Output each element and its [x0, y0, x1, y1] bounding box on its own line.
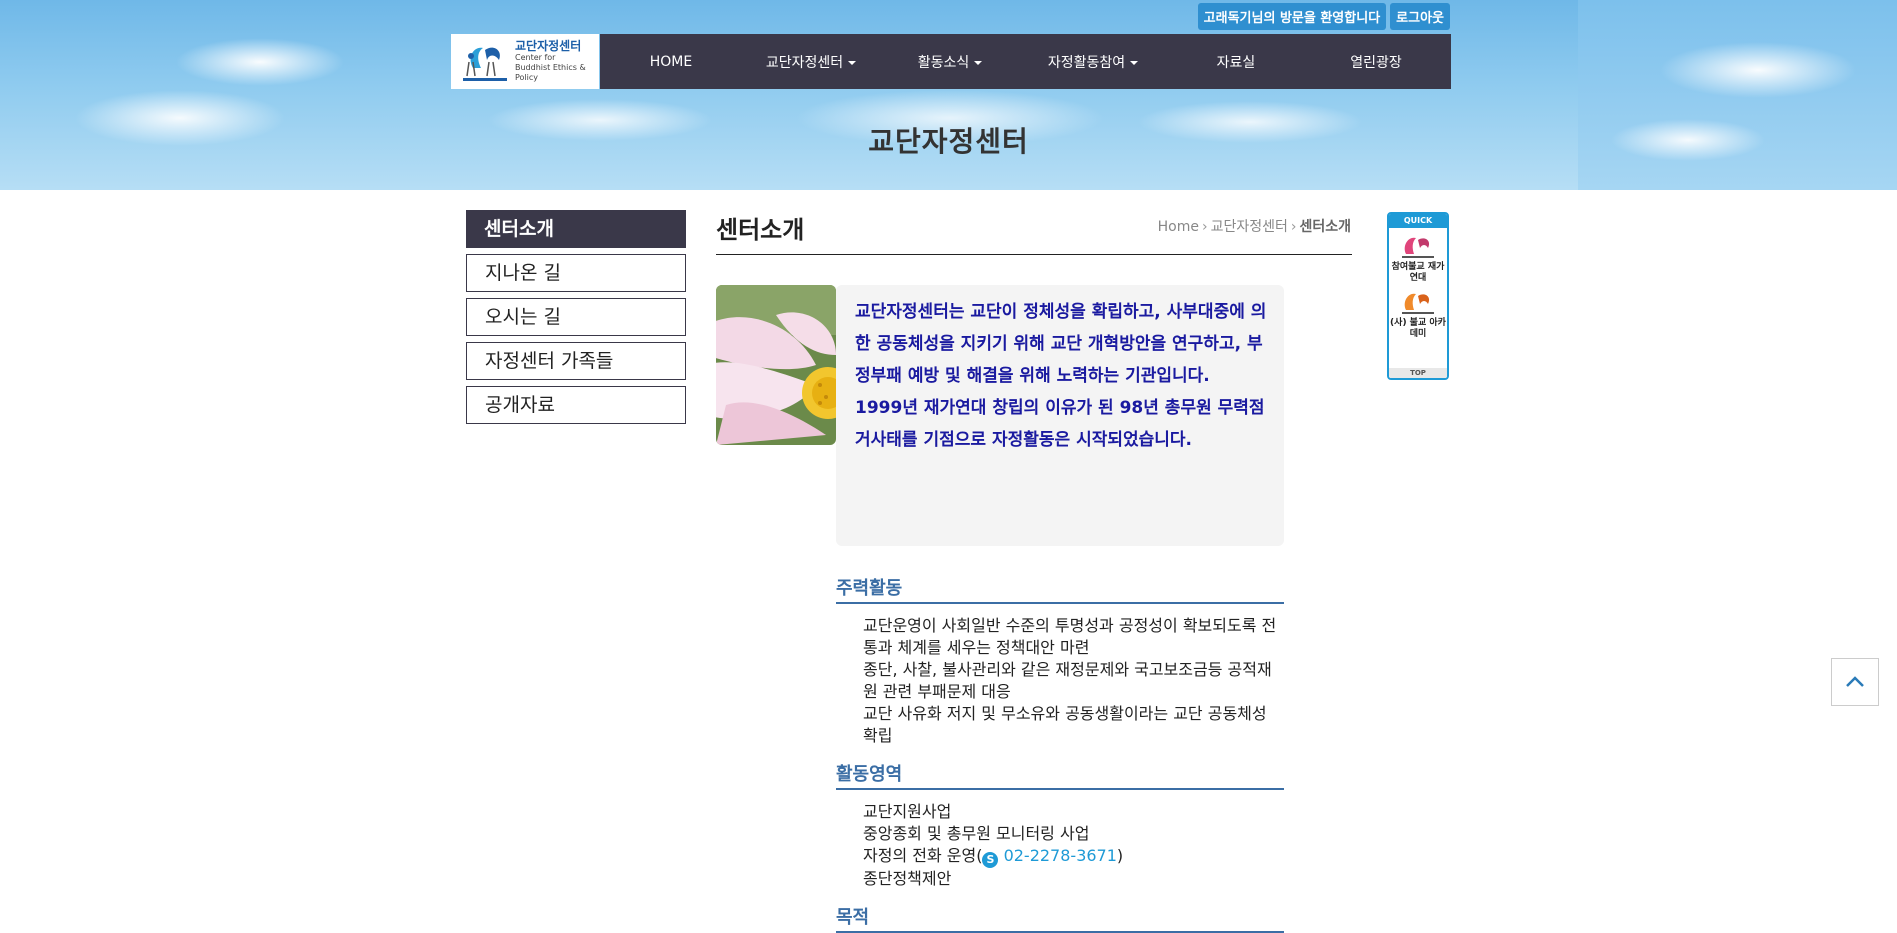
academy-logo-icon — [1398, 288, 1438, 316]
chevron-down-icon — [1130, 60, 1139, 65]
list-item: 교단지원사업 — [863, 802, 952, 821]
list-item: 자정의 전화 운영(S 02-2278-3671) — [863, 845, 1283, 868]
side-menu-item-public-data[interactable]: 공개자료 — [466, 386, 686, 424]
chevron-down-icon — [974, 60, 983, 65]
logo-mark-icon — [459, 38, 511, 86]
phone-number-link[interactable]: 02-2278-3671 — [1004, 846, 1117, 865]
main-nav: HOME 교단자정센터 활동소식 자정활동참여 자료실 열린광장 — [600, 34, 1451, 89]
areas-list: 교단지원사업 중앙종회 및 총무원 모니터링 사업 자정의 전화 운영(S 02… — [863, 801, 1283, 890]
section-heading-purpose: 목적 — [836, 903, 1284, 933]
page-title: 센터소개 — [716, 216, 805, 244]
welcome-message: 고래독기님의 방문을 환영합니다 — [1197, 3, 1387, 30]
scroll-top-button[interactable] — [1831, 658, 1879, 706]
chevron-right-icon: › — [1290, 219, 1297, 235]
nav-open-square[interactable]: 열린광장 — [1306, 52, 1446, 72]
nav-home-label: HOME — [649, 53, 693, 70]
lotus-image — [716, 285, 836, 445]
nav-news[interactable]: 활동소식 — [880, 52, 1020, 72]
side-menu: 센터소개 지나온 길 오시는 길 자정센터 가족들 공개자료 — [466, 210, 686, 424]
list-item: 교단 사유화 저지 및 무소유와 공동생활이라는 교단 공동체성 확립 — [863, 704, 1267, 745]
phone-close-paren: ) — [1116, 846, 1124, 865]
chevron-down-icon — [848, 60, 857, 65]
banner-title: 교단자정센터 — [868, 125, 1029, 158]
title-divider — [716, 254, 1352, 255]
nav-participation-label: 자정활동참여 — [1047, 54, 1126, 71]
side-menu-item-family[interactable]: 자정센터 가족들 — [466, 342, 686, 380]
nav-archive[interactable]: 자료실 — [1166, 52, 1306, 72]
quick-menu-head: QUICK — [1389, 214, 1447, 228]
nav-home[interactable]: HOME — [600, 54, 742, 70]
intro-paragraph-1: 교단자정센터는 교단이 정체성을 확립하고, 사부대중에 의한 공동체성을 지키… — [855, 302, 1267, 386]
skype-icon: S — [982, 852, 999, 868]
nav-archive-label: 자료실 — [1216, 54, 1256, 71]
nav-news-label: 활동소식 — [917, 54, 970, 71]
list-item: 교단운영이 사회일반 수준의 투명성과 공정성이 확보되도록 전통과 체계를 세… — [863, 616, 1277, 657]
breadcrumb-home[interactable]: Home — [1158, 219, 1199, 235]
breadcrumb-current: 센터소개 — [1299, 219, 1351, 235]
section-heading-areas: 활동영역 — [836, 760, 1284, 790]
nav-center-label: 교단자정센터 — [765, 54, 844, 71]
quick-link-solidarity-label: 참여불교 재가연대 — [1391, 262, 1445, 283]
phone-service-label: 자정의 전화 운영( — [863, 846, 983, 865]
section-heading-main-activities: 주력활동 — [836, 574, 1284, 604]
nav-center[interactable]: 교단자정센터 — [742, 52, 880, 72]
side-menu-head[interactable]: 센터소개 — [466, 210, 686, 248]
nav-participation[interactable]: 자정활동참여 — [1020, 52, 1166, 72]
quick-top-button[interactable]: TOP — [1389, 368, 1447, 378]
intro-text: 교단자정센터는 교단이 정체성을 확립하고, 사부대중에 의한 공동체성을 지키… — [855, 296, 1269, 456]
chevron-up-icon — [1846, 676, 1864, 687]
quick-link-academy[interactable]: (사) 불교 아카데미 — [1389, 288, 1447, 340]
chevron-right-icon: › — [1201, 219, 1208, 235]
list-item: 중앙종회 및 총무원 모니터링 사업 — [863, 824, 1090, 843]
logo-name-ko: 교단자정센터 — [515, 39, 582, 53]
list-item: 종단, 사찰, 불사관리와 같은 재정문제와 국고보조금등 공적재원 관련 부패… — [863, 660, 1272, 701]
breadcrumb-center[interactable]: 교단자정센터 — [1211, 219, 1288, 235]
logo-name-en-2: Buddhist Ethics & Policy — [515, 63, 586, 82]
quick-link-academy-label: (사) 불교 아카데미 — [1390, 318, 1446, 339]
logo-name-en-1: Center for — [515, 53, 556, 62]
breadcrumb: Home › 교단자정센터 › 센터소개 — [1158, 216, 1351, 236]
intro-paragraph-2: 1999년 재가연대 창립의 이유가 된 98년 총무원 무력점거사태를 기점으… — [855, 398, 1265, 450]
side-menu-item-directions[interactable]: 오시는 길 — [466, 298, 686, 336]
quick-link-solidarity[interactable]: 참여불교 재가연대 — [1389, 232, 1447, 284]
logo-text: 교단자정센터 Center for Buddhist Ethics & Poli… — [515, 40, 599, 83]
nav-open-square-label: 열린광장 — [1350, 54, 1402, 71]
site-logo[interactable]: 교단자정센터 Center for Buddhist Ethics & Poli… — [451, 34, 599, 89]
main-activities-list: 교단운영이 사회일반 수준의 투명성과 공정성이 확보되도록 전통과 체계를 세… — [863, 615, 1283, 747]
solidarity-logo-icon — [1398, 232, 1438, 260]
side-menu-item-history[interactable]: 지나온 길 — [466, 254, 686, 292]
logout-button[interactable]: 로그아웃 — [1390, 3, 1450, 30]
quick-menu: QUICK 참여불교 재가연대 (사) 불교 아카데미 TOP — [1387, 212, 1449, 380]
utility-bar: 고래독기님의 방문을 환영합니다 로그아웃 — [1197, 3, 1450, 30]
banner-edge — [1578, 0, 1897, 190]
list-item: 종단정책제안 — [863, 869, 952, 888]
